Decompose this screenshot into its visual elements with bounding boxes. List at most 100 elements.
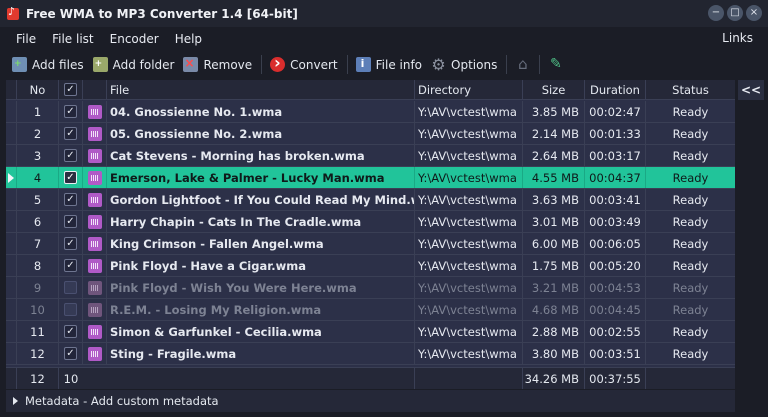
row-check-cell[interactable]: ✓ xyxy=(59,343,83,364)
row-file-type-cell xyxy=(83,167,107,188)
row-check-cell[interactable]: ✓ xyxy=(59,255,83,276)
pin-button[interactable]: ✎ xyxy=(548,54,563,76)
toolbar-separator xyxy=(346,55,348,74)
table-row[interactable]: 1 ✓ 04. Gnossienne No. 1.wma Y:\AV\vctest\w… xyxy=(6,101,735,123)
table-row[interactable]: 12 ✓ Sting - Fragile.wma Y:\AV\vctest\wma 3.… xyxy=(6,343,735,365)
row-checkbox[interactable]: ✓ xyxy=(64,347,77,360)
column-header-duration[interactable]: Duration xyxy=(585,80,646,99)
row-size: 3.85 MB xyxy=(523,101,585,122)
row-status: Ready xyxy=(672,280,709,295)
row-directory: Y:\AV\vctest\wma xyxy=(415,123,523,144)
column-header-directory[interactable]: Directory xyxy=(415,80,523,99)
audio-file-icon xyxy=(87,302,102,317)
row-duration: 00:03:41 xyxy=(585,189,646,210)
row-number: 10 xyxy=(17,299,59,320)
row-directory: Y:\AV\vctest\wma xyxy=(415,277,523,298)
table-row[interactable]: 10 R.E.M. - Losing My Religion.wma Y:\AV\v… xyxy=(6,299,735,321)
audio-file-icon xyxy=(87,148,102,163)
row-size: 1.75 MB xyxy=(523,255,585,276)
row-checkbox[interactable]: ✓ xyxy=(64,237,77,250)
row-checkbox[interactable]: ✓ xyxy=(64,105,77,118)
table-row[interactable]: 4 ✓ Emerson, Lake & Palmer - Lucky Man.wma… xyxy=(6,167,735,189)
convert-button[interactable]: Convert xyxy=(270,53,338,76)
column-header-no[interactable]: No xyxy=(17,80,59,99)
row-file-type-cell xyxy=(83,145,107,166)
row-checkbox[interactable]: ✓ xyxy=(64,149,77,162)
add-files-button[interactable]: Add files xyxy=(12,54,84,76)
add-folder-button[interactable]: Add folder xyxy=(92,54,174,76)
menu-links[interactable]: Links xyxy=(722,31,753,45)
remove-button[interactable]: Remove xyxy=(183,54,252,76)
row-checkbox[interactable] xyxy=(64,303,77,316)
menu-encoder[interactable]: Encoder xyxy=(102,32,167,46)
row-status: Ready xyxy=(672,192,709,207)
remove-label: Remove xyxy=(203,57,253,72)
table-row[interactable]: 3 ✓ Cat Stevens - Morning has broken.wma Y:… xyxy=(6,145,735,167)
row-file-name: Emerson, Lake & Palmer - Lucky Man.wma xyxy=(107,167,415,188)
add-files-label: Add files xyxy=(32,57,84,72)
column-header-check[interactable]: ✓ xyxy=(59,80,83,99)
table-row[interactable]: 5 ✓ Gordon Lightfoot - If You Could Read M… xyxy=(6,189,735,211)
select-all-checkbox[interactable]: ✓ xyxy=(64,83,77,96)
row-checkbox[interactable]: ✓ xyxy=(64,171,77,184)
options-button[interactable]: ⚙ Options xyxy=(431,54,497,76)
menu-file[interactable]: File xyxy=(0,32,44,46)
menu-help[interactable]: Help xyxy=(167,32,210,46)
column-header-status[interactable]: Status xyxy=(646,80,735,99)
row-file-name: Cat Stevens - Morning has broken.wma xyxy=(107,145,415,166)
footer-indicator xyxy=(6,368,17,389)
row-check-cell[interactable] xyxy=(59,277,83,298)
indicator-header xyxy=(6,80,17,99)
side-panel-collapse-button[interactable]: << xyxy=(738,80,764,100)
column-header-file[interactable]: File xyxy=(107,80,415,99)
row-duration: 00:04:53 xyxy=(585,277,646,298)
row-directory: Y:\AV\vctest\wma xyxy=(415,255,523,276)
column-header-size[interactable]: Size xyxy=(523,80,585,99)
close-button[interactable]: × xyxy=(746,5,762,21)
row-check-cell[interactable]: ✓ xyxy=(59,101,83,122)
file-info-button[interactable]: File info xyxy=(355,54,422,76)
row-check-cell[interactable]: ✓ xyxy=(59,211,83,232)
minimize-button[interactable]: − xyxy=(708,5,724,21)
table-row[interactable]: 8 ✓ Pink Floyd - Have a Cigar.wma Y:\AV\vct… xyxy=(6,255,735,277)
row-checkbox[interactable]: ✓ xyxy=(64,215,77,228)
gear-icon: ⚙ xyxy=(431,55,446,74)
table-row[interactable]: 11 ✓ Simon & Garfunkel - Cecilia.wma Y:\AV\… xyxy=(6,321,735,343)
table-row[interactable]: 6 ✓ Harry Chapin - Cats In The Cradle.wma Y… xyxy=(6,211,735,233)
row-checkbox[interactable]: ✓ xyxy=(64,259,77,272)
row-check-cell[interactable]: ✓ xyxy=(59,233,83,254)
home-button[interactable]: ⌂ xyxy=(515,54,530,76)
row-checkbox[interactable] xyxy=(64,281,77,294)
row-checkbox[interactable]: ✓ xyxy=(64,127,77,140)
row-check-cell[interactable]: ✓ xyxy=(59,167,83,188)
toolbar-separator xyxy=(506,55,508,74)
row-number: 12 xyxy=(17,343,59,364)
row-size: 6.00 MB xyxy=(523,233,585,254)
row-check-cell[interactable]: ✓ xyxy=(59,145,83,166)
footer-checked-files: 10 xyxy=(63,371,79,386)
row-check-cell[interactable]: ✓ xyxy=(59,189,83,210)
row-indicator xyxy=(6,211,17,232)
row-check-cell[interactable]: ✓ xyxy=(59,321,83,342)
row-duration: 00:03:49 xyxy=(585,211,646,232)
row-indicator xyxy=(6,343,17,364)
audio-file-icon xyxy=(87,126,102,141)
table-row[interactable]: 9 Pink Floyd - Wish You Were Here.wma Y:\A… xyxy=(6,277,735,299)
table-row[interactable]: 2 ✓ 05. Gnossienne No. 2.wma Y:\AV\vctest\w… xyxy=(6,123,735,145)
table-row[interactable]: 7 ✓ King Crimson - Fallen Angel.wma Y:\AV\v… xyxy=(6,233,735,255)
row-checkbox[interactable]: ✓ xyxy=(64,325,77,338)
row-check-cell[interactable]: ✓ xyxy=(59,123,83,144)
expand-triangle-icon xyxy=(13,397,18,405)
row-directory: Y:\AV\vctest\wma xyxy=(415,211,523,232)
row-number: 3 xyxy=(17,145,59,166)
row-duration: 00:04:45 xyxy=(585,299,646,320)
metadata-bar[interactable]: Metadata - Add custom metadata xyxy=(6,390,735,412)
remove-icon xyxy=(183,56,199,72)
footer-file-cell xyxy=(107,368,415,389)
toolbar-separator xyxy=(539,55,541,74)
maximize-button[interactable]: □ xyxy=(727,5,743,21)
row-file-name: 05. Gnossienne No. 2.wma xyxy=(107,123,415,144)
row-check-cell[interactable] xyxy=(59,299,83,320)
row-checkbox[interactable]: ✓ xyxy=(64,193,77,206)
menu-file-list[interactable]: File list xyxy=(44,32,102,46)
